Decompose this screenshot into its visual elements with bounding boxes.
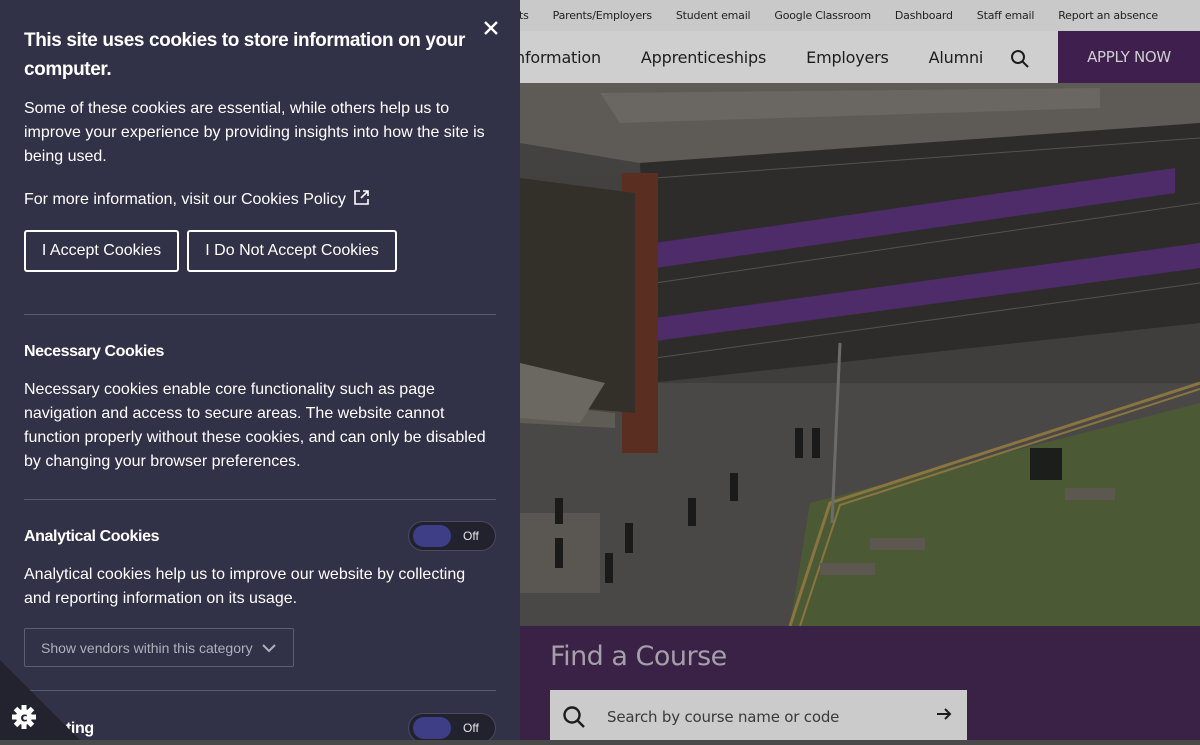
course-search-input[interactable]: Search by course name or code: [607, 708, 839, 726]
nav-item-apprenticeships[interactable]: Apprenticeships: [641, 48, 766, 67]
nav-item-employers[interactable]: Employers: [806, 48, 889, 67]
analytical-cookies-title: Analytical Cookies: [24, 528, 160, 545]
divider: [24, 499, 496, 500]
arrow-right-icon[interactable]: [935, 705, 953, 728]
course-search-box[interactable]: Search by course name or code: [550, 690, 967, 740]
cookie-consent-panel: This site uses cookies to store informat…: [0, 0, 520, 740]
toggle-state-label: Off: [463, 529, 479, 543]
gear-icon: c: [12, 705, 36, 729]
close-icon[interactable]: [480, 17, 502, 39]
cookie-panel-intro: Some of these cookies are essential, whi…: [24, 100, 485, 165]
cookies-policy-text: For more information, visit our Cookies …: [24, 191, 346, 208]
apply-now-button[interactable]: APPLY NOW: [1058, 31, 1200, 83]
utility-link-staff-email[interactable]: Staff email: [965, 9, 1046, 22]
utility-link-dashboard[interactable]: Dashboard: [883, 9, 965, 22]
utility-link-parents-employers[interactable]: Parents/Employers: [541, 9, 664, 22]
divider: [24, 690, 496, 691]
divider: [24, 314, 496, 315]
search-icon[interactable]: [1010, 49, 1030, 69]
nav-items: nformation Apprenticeships Employers Alu…: [515, 31, 1023, 83]
utility-link-google-classroom[interactable]: Google Classroom: [762, 9, 882, 22]
external-link-icon: [353, 189, 370, 214]
find-course-title: Find a Course: [550, 641, 727, 672]
accept-cookies-button[interactable]: I Accept Cookies: [24, 230, 179, 272]
toggle-knob: [413, 525, 451, 547]
necessary-cookies-title: Necessary Cookies: [24, 343, 164, 360]
analytical-cookies-text: Analytical cookies help us to improve ou…: [24, 566, 466, 607]
utility-link-student-email[interactable]: Student email: [664, 9, 763, 22]
nav-item-alumni[interactable]: Alumni: [929, 48, 984, 67]
nav-item-information[interactable]: nformation: [515, 48, 601, 67]
show-vendors-label: Show vendors within this category: [41, 639, 253, 656]
utility-links: yments Parents/Employers Student email G…: [477, 0, 1170, 31]
search-icon: [562, 705, 586, 734]
decline-cookies-button[interactable]: I Do Not Accept Cookies: [187, 230, 397, 272]
chevron-down-icon: [262, 644, 276, 653]
cookie-panel-title: This site uses cookies to store informat…: [24, 30, 465, 80]
necessary-cookies-text: Necessary cookies enable core functional…: [24, 381, 486, 470]
toggle-state-label: Off: [463, 721, 479, 735]
svg-text:c: c: [20, 711, 27, 725]
marketing-cookies-toggle[interactable]: Off: [408, 713, 496, 740]
cookies-policy-link[interactable]: For more information, visit our Cookies …: [24, 186, 370, 214]
analytical-cookies-toggle[interactable]: Off: [408, 521, 496, 551]
cookie-settings-badge[interactable]: c: [0, 660, 80, 740]
utility-link-report-absence[interactable]: Report an absence: [1046, 9, 1170, 22]
toggle-knob: [413, 717, 451, 739]
